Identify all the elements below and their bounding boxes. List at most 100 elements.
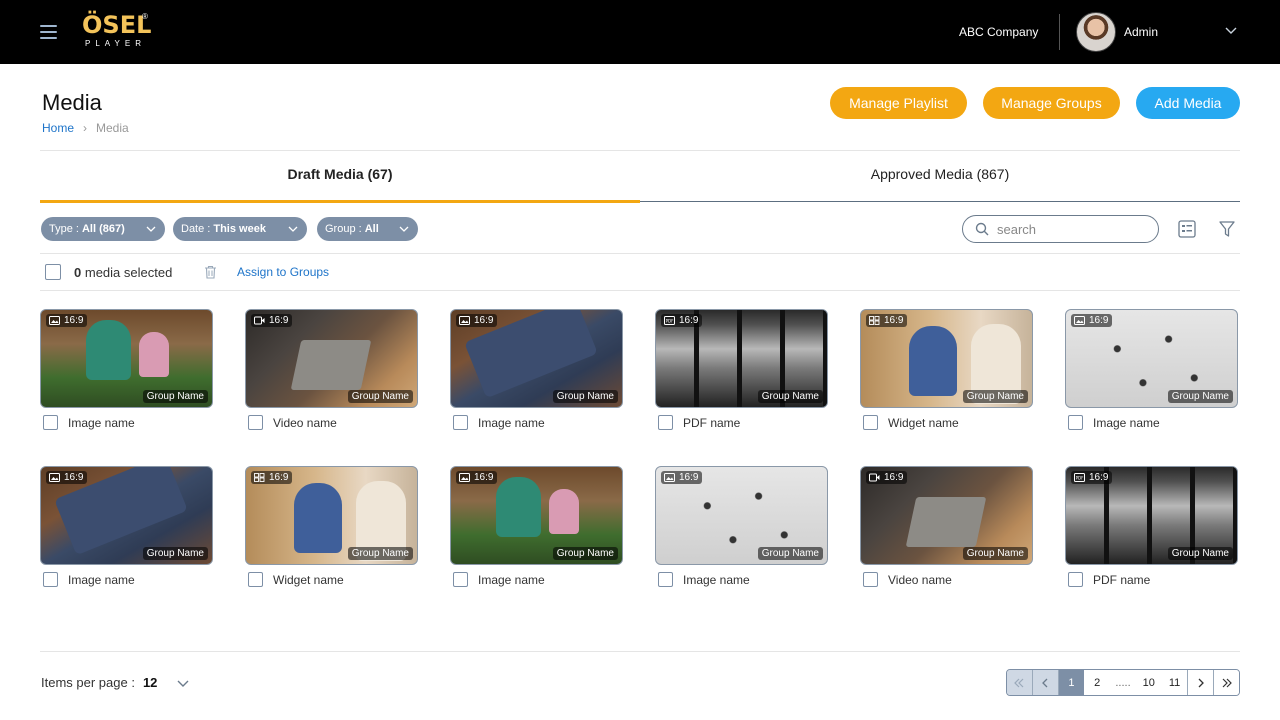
- media-thumbnail[interactable]: 16:9 Group Name: [40, 309, 213, 408]
- media-thumbnail[interactable]: 16:9 Group Name: [860, 309, 1033, 408]
- group-name-badge: Group Name: [142, 547, 208, 560]
- items-per-page-chevron-down-icon[interactable]: [177, 677, 189, 689]
- media-checkbox[interactable]: [863, 572, 878, 587]
- aspect-ratio-badge: 16:9: [456, 471, 498, 484]
- media-checkbox[interactable]: [658, 572, 673, 587]
- top-bar: ÖSEL ® PLAYER ABC Company Admin: [0, 0, 1280, 64]
- media-card[interactable]: 16:9 Group Name Widget name: [860, 309, 1033, 430]
- group-name-badge: Group Name: [1167, 390, 1233, 403]
- media-thumbnail[interactable]: 16:9 Group Name: [450, 309, 623, 408]
- media-thumbnail[interactable]: PDF 16:9 Group Name: [655, 309, 828, 408]
- list-view-icon[interactable]: [1178, 220, 1196, 238]
- media-card[interactable]: 16:9 Group Name Image name: [450, 466, 623, 587]
- group-name-badge: Group Name: [1167, 547, 1233, 560]
- last-page-button[interactable]: [1213, 670, 1239, 695]
- tab-draft-media[interactable]: Draft Media (67): [40, 166, 640, 182]
- group-filter-value: All: [364, 223, 379, 235]
- media-name: PDF name: [683, 415, 741, 430]
- aspect-ratio-badge: 16:9: [251, 471, 293, 484]
- page-number-button[interactable]: 1: [1058, 670, 1085, 695]
- media-thumbnail[interactable]: 16:9 Group Name: [245, 309, 418, 408]
- media-checkbox[interactable]: [248, 415, 263, 430]
- media-card[interactable]: 16:9 Group Name Video name: [860, 466, 1033, 587]
- aspect-ratio-text: 16:9: [474, 315, 494, 326]
- media-checkbox[interactable]: [863, 415, 878, 430]
- filter-icon[interactable]: [1218, 220, 1236, 238]
- aspect-ratio-text: 16:9: [679, 315, 699, 326]
- group-filter-dropdown[interactable]: Group : All: [317, 217, 418, 241]
- osel-player-logo[interactable]: ÖSEL ® PLAYER: [82, 12, 152, 56]
- media-caption: Image name: [453, 415, 623, 430]
- search-box[interactable]: [962, 215, 1159, 243]
- group-name-badge: Group Name: [347, 547, 413, 560]
- media-card[interactable]: PDF 16:9 Group Name PDF name: [1065, 466, 1238, 587]
- company-name[interactable]: ABC Company: [959, 25, 1038, 39]
- page-number-button[interactable]: 10: [1135, 670, 1162, 695]
- media-card[interactable]: PDF 16:9 Group Name PDF name: [655, 309, 828, 430]
- user-avatar[interactable]: [1076, 12, 1116, 52]
- double-chevron-left-icon: [1014, 678, 1024, 687]
- media-checkbox[interactable]: [1068, 415, 1083, 430]
- type-filter-dropdown[interactable]: Type : All (867): [41, 217, 165, 241]
- media-thumbnail[interactable]: 16:9 Group Name: [245, 466, 418, 565]
- group-name-badge: Group Name: [142, 390, 208, 403]
- media-checkbox[interactable]: [43, 415, 58, 430]
- select-all-checkbox[interactable]: [45, 264, 61, 280]
- pdf-icon: PDF: [1074, 473, 1085, 482]
- media-name: Widget name: [888, 415, 959, 430]
- next-page-button[interactable]: [1187, 670, 1214, 695]
- media-thumbnail[interactable]: 16:9 Group Name: [655, 466, 828, 565]
- media-name: Image name: [478, 572, 545, 587]
- items-per-page-value[interactable]: 12: [143, 675, 157, 690]
- media-card[interactable]: 16:9 Group Name Image name: [450, 309, 623, 430]
- group-filter-label: Group :: [325, 223, 362, 235]
- media-thumbnail[interactable]: 16:9 Group Name: [40, 466, 213, 565]
- media-card[interactable]: 16:9 Group Name Image name: [1065, 309, 1238, 430]
- media-thumbnail[interactable]: 16:9 Group Name: [450, 466, 623, 565]
- manage-groups-button[interactable]: Manage Groups: [983, 87, 1120, 119]
- media-card[interactable]: 16:9 Group Name Widget name: [245, 466, 418, 587]
- add-media-button[interactable]: Add Media: [1136, 87, 1240, 119]
- breadcrumb: Home › Media: [42, 121, 129, 135]
- aspect-ratio-text: 16:9: [1089, 472, 1109, 483]
- aspect-ratio-badge: PDF 16:9: [661, 314, 703, 327]
- prev-page-button[interactable]: [1032, 670, 1059, 695]
- first-page-button[interactable]: [1007, 670, 1033, 695]
- media-thumbnail[interactable]: 16:9 Group Name: [1065, 309, 1238, 408]
- video-icon: [254, 316, 265, 325]
- media-checkbox[interactable]: [248, 572, 263, 587]
- user-name[interactable]: Admin: [1124, 25, 1158, 39]
- items-per-page-label: Items per page :: [41, 675, 135, 690]
- media-checkbox[interactable]: [453, 572, 468, 587]
- hamburger-menu-icon[interactable]: [40, 25, 57, 39]
- tab-approved-media[interactable]: Approved Media (867): [640, 166, 1240, 182]
- assign-to-groups-link[interactable]: Assign to Groups: [237, 265, 329, 279]
- media-checkbox[interactable]: [1068, 572, 1083, 587]
- date-filter-dropdown[interactable]: Date : This week: [173, 217, 307, 241]
- search-input[interactable]: [997, 221, 1147, 237]
- search-icon: [975, 222, 989, 236]
- breadcrumb-home-link[interactable]: Home: [42, 121, 74, 135]
- media-card[interactable]: 16:9 Group Name Video name: [245, 309, 418, 430]
- user-menu-chevron-down-icon[interactable]: [1225, 24, 1237, 36]
- media-name: Widget name: [273, 572, 344, 587]
- pagination: 1 2..... 10 11: [1006, 669, 1240, 696]
- media-checkbox[interactable]: [453, 415, 468, 430]
- media-card[interactable]: 16:9 Group Name Image name: [40, 466, 213, 587]
- image-icon: [459, 473, 470, 482]
- media-thumbnail[interactable]: 16:9 Group Name: [860, 466, 1033, 565]
- media-checkbox[interactable]: [658, 415, 673, 430]
- manage-playlist-button[interactable]: Manage Playlist: [830, 87, 967, 119]
- page-number-button[interactable]: 11: [1161, 670, 1188, 695]
- media-name: Image name: [478, 415, 545, 430]
- media-checkbox[interactable]: [43, 572, 58, 587]
- image-icon: [1074, 316, 1085, 325]
- media-card[interactable]: 16:9 Group Name Image name: [40, 309, 213, 430]
- media-card[interactable]: 16:9 Group Name Image name: [655, 466, 828, 587]
- page-number-button[interactable]: 2: [1084, 670, 1111, 695]
- media-thumbnail[interactable]: PDF 16:9 Group Name: [1065, 466, 1238, 565]
- selection-count: 0 media selected: [74, 265, 172, 280]
- media-caption: Video name: [863, 572, 1033, 587]
- trash-icon[interactable]: [204, 265, 217, 279]
- media-name: Image name: [68, 572, 135, 587]
